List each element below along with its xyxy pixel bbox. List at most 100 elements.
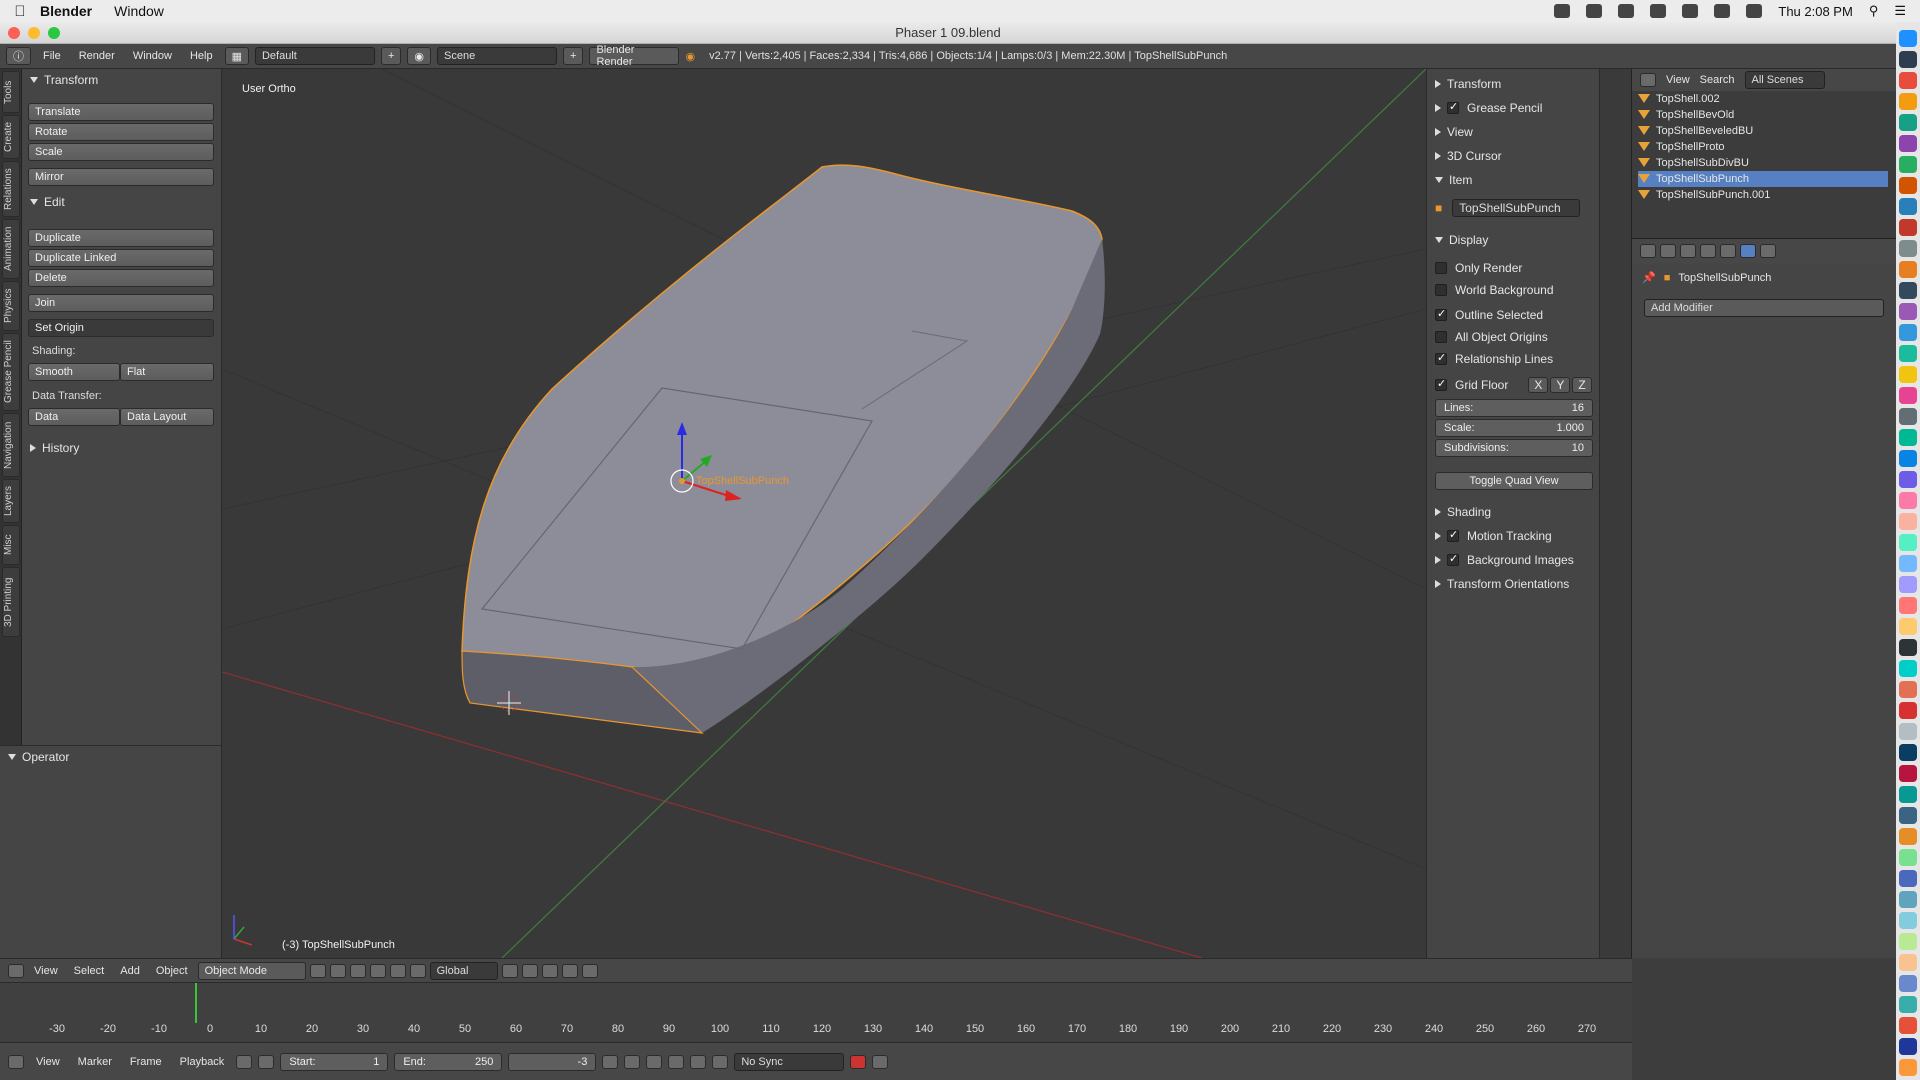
all-object-origins-row[interactable]: All Object Origins	[1435, 330, 1548, 344]
dock-app-icon[interactable]	[1899, 744, 1917, 761]
dock-app-icon[interactable]	[1899, 198, 1917, 215]
grid-lines-field[interactable]: Lines: 16	[1435, 399, 1593, 417]
current-frame-field[interactable]: -3	[508, 1052, 597, 1071]
menu-render[interactable]: Render	[73, 50, 121, 62]
render-tab-icon[interactable]	[1660, 244, 1676, 258]
scene-icon[interactable]: ◉	[407, 47, 432, 65]
dock-app-icon[interactable]	[1899, 492, 1917, 509]
menu-marker[interactable]: Marker	[72, 1056, 118, 1068]
area-divider[interactable]	[1600, 69, 1632, 958]
np-transform-orientations-header[interactable]: Transform Orientations	[1435, 577, 1569, 591]
outliner-row[interactable]: TopShellProto	[1638, 139, 1888, 155]
menu-window[interactable]: Window	[114, 3, 164, 19]
dock-app-icon[interactable]	[1899, 1017, 1917, 1034]
scene-field[interactable]: Scene	[437, 47, 558, 65]
timeline[interactable]: -30 -20 -10 0 10 20 30 40 50 60 70 80 90 100 110 120 130…	[0, 982, 1632, 1042]
tab-physics[interactable]: Physics	[2, 281, 20, 331]
toggle-quad-view-button[interactable]: Toggle Quad View	[1435, 472, 1593, 490]
shading-mode-icon[interactable]	[309, 963, 326, 978]
notification-icon[interactable]: ☰	[1894, 3, 1906, 19]
dock-app-icon[interactable]	[1899, 471, 1917, 488]
layout-icon[interactable]: ▦	[224, 47, 249, 65]
smooth-button[interactable]: Smooth	[28, 363, 120, 381]
outliner-row-selected[interactable]: TopShellSubPunch	[1638, 171, 1888, 187]
grid-subdivisions-field[interactable]: Subdivisions: 10	[1435, 439, 1593, 457]
orientation-select[interactable]: Global	[429, 961, 498, 980]
menu-frame[interactable]: Frame	[124, 1056, 168, 1068]
grease-pencil-checkbox[interactable]	[1447, 100, 1459, 114]
np-shading-header[interactable]: Shading	[1435, 505, 1491, 519]
dock-app-icon[interactable]	[1899, 219, 1917, 236]
tab-relations[interactable]: Relations	[2, 161, 20, 217]
tab-create[interactable]: Create	[2, 115, 20, 159]
dock-app-icon[interactable]	[1899, 702, 1917, 719]
jump-start-icon[interactable]	[602, 1054, 619, 1069]
menu-app[interactable]: Blender	[40, 3, 92, 19]
grid-floor-row[interactable]: Grid Floor X Y Z	[1435, 377, 1592, 393]
only-render-row[interactable]: Only Render	[1435, 261, 1522, 275]
spotlight-icon[interactable]: ⚲	[1869, 3, 1879, 19]
editor-type-icon[interactable]: ⓘ	[6, 47, 31, 65]
np-3d-cursor-header[interactable]: 3D Cursor	[1435, 149, 1502, 163]
dock-app-icon[interactable]	[1899, 408, 1917, 425]
modifier-tab-icon[interactable]	[1740, 244, 1756, 258]
transform-panel-header[interactable]: Transform	[22, 69, 221, 91]
np-item-header[interactable]: Item	[1435, 173, 1472, 187]
scene-tab-icon[interactable]	[1680, 244, 1696, 258]
dock-app-icon[interactable]	[1899, 450, 1917, 467]
cloud-icon[interactable]	[1586, 4, 1603, 18]
dock-app-icon[interactable]	[1899, 429, 1917, 446]
close-window-button[interactable]	[8, 27, 20, 39]
operator-panel-header[interactable]: Operator	[0, 746, 221, 768]
dock-app-icon[interactable]	[1899, 345, 1917, 362]
menu-view[interactable]: View	[30, 1056, 66, 1068]
outliner-filter-select[interactable]: All Scenes	[1744, 71, 1825, 89]
dock-app-icon[interactable]	[1899, 954, 1917, 971]
grid-floor-checkbox[interactable]	[1435, 377, 1447, 391]
properties-editor-icon[interactable]	[1640, 244, 1656, 258]
add-layout-button[interactable]: +	[380, 47, 402, 65]
layout-field[interactable]: Default	[254, 47, 375, 65]
sync-select[interactable]: No Sync	[734, 1052, 845, 1071]
duplicate-button[interactable]: Duplicate	[28, 229, 214, 247]
tab-layers[interactable]: Layers	[2, 479, 20, 523]
outliner-row[interactable]: TopShellBevOld	[1638, 107, 1888, 123]
np-motion-tracking-header[interactable]: Motion Tracking	[1435, 528, 1552, 543]
tab-3d-printing[interactable]: 3D Printing	[2, 567, 20, 637]
add-scene-button[interactable]: +	[563, 47, 584, 65]
dock-app-icon[interactable]	[1899, 51, 1917, 68]
play-reverse-icon[interactable]	[646, 1054, 663, 1069]
dock-app-icon[interactable]	[1899, 1059, 1917, 1076]
outliner-search-menu[interactable]: Search	[1700, 74, 1735, 86]
dock-app-icon[interactable]	[1899, 996, 1917, 1013]
dock-app-icon[interactable]	[1899, 177, 1917, 194]
add-modifier-select[interactable]: Add Modifier	[1644, 299, 1884, 317]
outliner-editor-icon[interactable]	[1640, 73, 1656, 87]
np-display-header[interactable]: Display	[1435, 233, 1488, 247]
next-key-icon[interactable]	[690, 1054, 707, 1069]
mirror-button[interactable]: Mirror	[28, 168, 214, 186]
dock-app-icon[interactable]	[1899, 891, 1917, 908]
menu-help[interactable]: Help	[184, 50, 219, 62]
dock-app-icon[interactable]	[1899, 660, 1917, 677]
layers-grid-icon[interactable]	[501, 963, 518, 978]
dock-app-icon[interactable]	[1899, 513, 1917, 530]
dock-app-icon[interactable]	[1899, 681, 1917, 698]
dock-app-icon[interactable]	[1899, 534, 1917, 551]
outliner-view-menu[interactable]: View	[1666, 74, 1690, 86]
outliner-row[interactable]: TopShell.002	[1638, 91, 1888, 107]
relationship-lines-row[interactable]: Relationship Lines	[1435, 351, 1553, 366]
dock-app-icon[interactable]	[1899, 765, 1917, 782]
relationship-lines-checkbox[interactable]	[1435, 351, 1447, 365]
scale-manipulator-icon[interactable]	[409, 963, 426, 978]
material-tab-icon[interactable]	[1760, 244, 1776, 258]
airplay-icon[interactable]	[1618, 4, 1635, 18]
translate-button[interactable]: Translate	[28, 103, 214, 121]
bluetooth-icon[interactable]	[1682, 4, 1699, 18]
world-background-checkbox[interactable]	[1435, 284, 1447, 296]
menu-file[interactable]: File	[37, 50, 67, 62]
preview-range-icon[interactable]	[236, 1054, 253, 1069]
object-tab-icon[interactable]	[1720, 244, 1736, 258]
dock-app-icon[interactable]	[1899, 240, 1917, 257]
dock-app-icon[interactable]	[1899, 30, 1917, 47]
